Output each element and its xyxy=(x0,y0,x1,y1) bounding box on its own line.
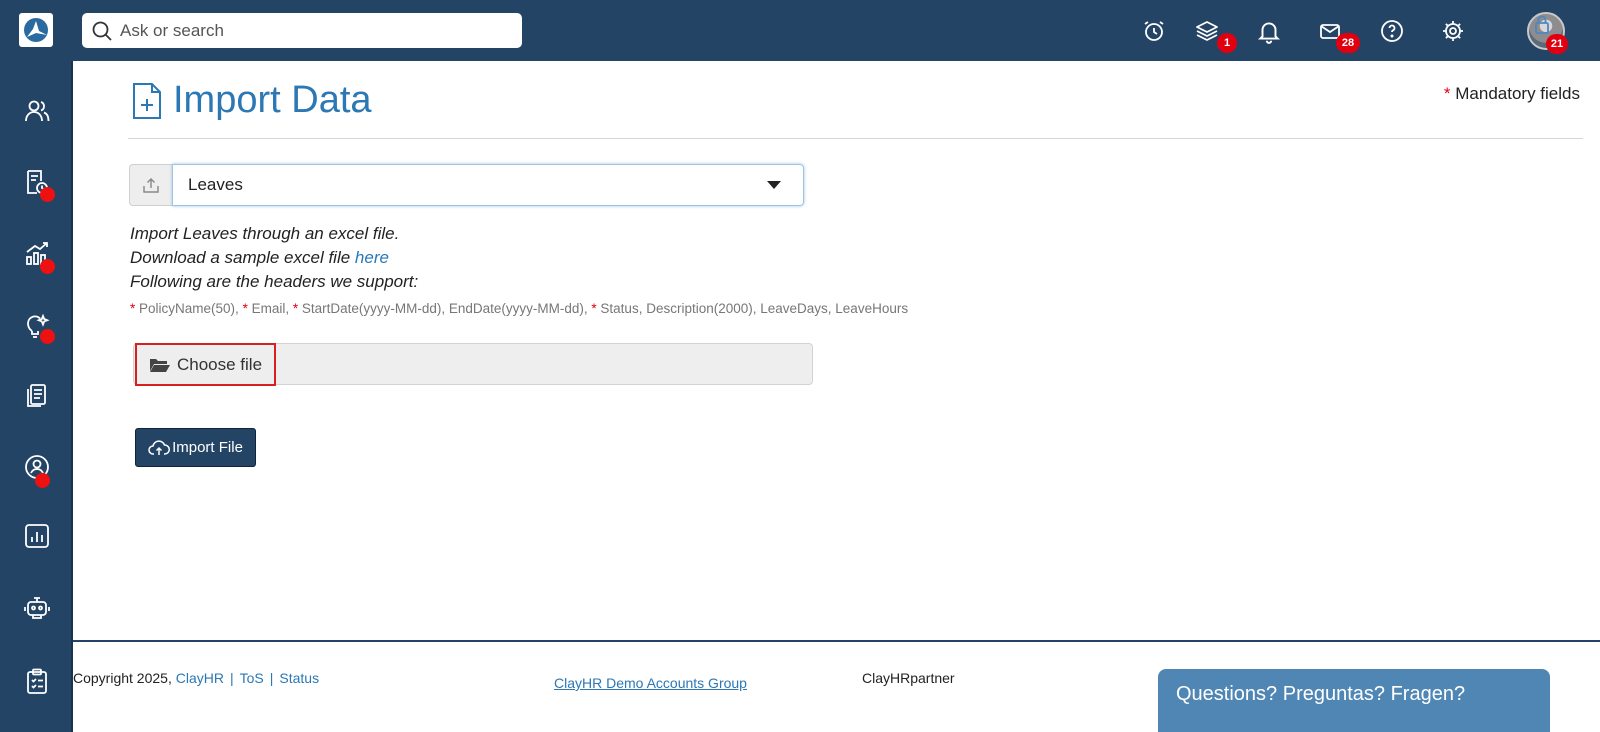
file-input-group[interactable]: Choose file xyxy=(133,343,813,386)
clipboard-icon xyxy=(27,668,47,694)
help-widget[interactable]: Questions? Preguntas? Fragen? xyxy=(1158,669,1550,732)
import-type-value: Leaves xyxy=(188,175,243,194)
tos-link[interactable]: ToS xyxy=(240,670,264,686)
header-item: PolicyName(50), xyxy=(135,301,243,316)
import-instructions: Import Leaves through an excel file. Dow… xyxy=(130,222,418,294)
page-title: Import Data xyxy=(173,79,372,121)
header-item: StartDate(yyyy-MM-dd), EndDate(yyyy-MM-d… xyxy=(298,301,592,316)
choose-file-label: Choose file xyxy=(176,354,263,374)
mail-badge: 28 xyxy=(1336,33,1360,53)
sidebar-notification-dot xyxy=(35,473,50,488)
upload-icon xyxy=(129,164,172,206)
partner-label: ClayHRpartner xyxy=(862,670,955,686)
search-icon xyxy=(92,21,112,41)
sidebar-notification-dot xyxy=(40,329,55,344)
sidebar-notification-dot xyxy=(40,187,55,202)
search-input[interactable] xyxy=(120,20,500,41)
footer-divider xyxy=(73,640,1600,642)
mandatory-note: * Mandatory fields xyxy=(1444,84,1580,104)
instruction-line: Download a sample excel file here xyxy=(130,246,418,270)
folder-open-icon xyxy=(149,358,170,372)
search-box[interactable] xyxy=(82,13,522,48)
chevron-down-icon xyxy=(767,181,781,189)
instruction-line: Import Leaves through an excel file. xyxy=(130,224,400,243)
top-bar: 1 28 21 xyxy=(0,0,1600,61)
status-link[interactable]: Status xyxy=(279,670,319,686)
header-item: Status, Description(2000), LeaveDays, Le… xyxy=(596,301,909,316)
main-content: Import Data * Mandatory fields Leaves Im… xyxy=(73,61,1600,732)
mandatory-label: Mandatory fields xyxy=(1455,84,1580,103)
import-file-button[interactable]: Import File xyxy=(135,428,256,467)
supported-headers: * PolicyName(50), * Email, * StartDate(y… xyxy=(130,301,908,316)
company-link[interactable]: ClayHR xyxy=(176,670,224,686)
clock-icon[interactable] xyxy=(1138,15,1170,47)
import-file-label: Import File xyxy=(172,439,243,456)
account-group-link[interactable]: ClayHR Demo Accounts Group xyxy=(554,675,747,691)
layers-badge: 1 xyxy=(1217,33,1237,53)
clayhr-logo[interactable] xyxy=(19,13,53,47)
footer-separator: | xyxy=(229,670,234,686)
file-add-icon xyxy=(133,82,161,119)
report-icon xyxy=(25,524,49,548)
cloud-upload-icon xyxy=(148,439,171,455)
sidebar-item-tasks[interactable] xyxy=(20,664,54,698)
instruction-line: Following are the headers we support: xyxy=(130,272,419,291)
sidebar-item-documents[interactable] xyxy=(20,379,54,413)
footer-links: Copyright 2025, ClayHR | ToS | Status xyxy=(73,670,319,686)
robot-icon xyxy=(24,597,50,619)
mandatory-star: * xyxy=(1443,84,1451,103)
sample-file-link[interactable]: here xyxy=(355,248,389,267)
sidebar-item-people[interactable] xyxy=(20,94,54,128)
lock-icon[interactable] xyxy=(1534,14,1550,39)
choose-file-button[interactable]: Choose file xyxy=(135,343,276,386)
sidebar xyxy=(0,61,73,732)
lock-badge: 21 xyxy=(1546,34,1568,54)
bell-icon[interactable] xyxy=(1253,15,1285,47)
sidebar-item-bot[interactable] xyxy=(20,591,54,625)
header-divider xyxy=(128,138,1583,139)
help-icon[interactable] xyxy=(1376,15,1408,47)
copyright-text: Copyright 2025, xyxy=(73,670,176,686)
footer-separator: | xyxy=(269,670,274,686)
sample-file-text: Download a sample excel file xyxy=(130,248,355,267)
sidebar-notification-dot xyxy=(40,259,55,274)
documents-icon xyxy=(27,384,46,407)
page-header: Import Data xyxy=(131,79,372,122)
import-type-select[interactable]: Leaves xyxy=(129,164,804,206)
sidebar-item-reports[interactable] xyxy=(20,519,54,553)
header-item: Email, xyxy=(247,301,293,316)
gear-icon[interactable] xyxy=(1437,15,1469,47)
people-icon xyxy=(25,100,50,122)
import-type-dropdown[interactable]: Leaves xyxy=(172,164,804,206)
